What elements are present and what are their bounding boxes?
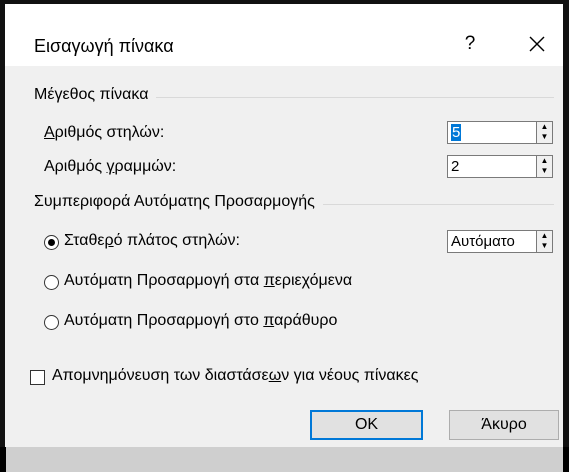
fixed-width-rest: ό πλάτος στηλών:: [113, 232, 240, 249]
fixed-width-radio[interactable]: [44, 235, 59, 250]
autofit-window-accel: π: [263, 312, 275, 329]
insert-table-dialog: Εισαγωγή πίνακα ? Μέγεθος πίνακα Αριθμός…: [5, 4, 563, 447]
rows-label-pre: Αριθμός: [44, 158, 107, 175]
fixed-width-accel: ρ: [104, 232, 114, 249]
rows-value[interactable]: 2: [451, 158, 459, 175]
fixed-width-spinner-arrows[interactable]: ▲ ▼: [536, 231, 552, 252]
spin-down-icon[interactable]: ▼: [537, 132, 552, 142]
autofit-window-rest: αράθυρο: [274, 312, 338, 329]
ok-button[interactable]: OK: [310, 410, 423, 440]
autofit-window-label[interactable]: Αυτόματη Προσαρμογή στο παράθυρο: [64, 312, 337, 330]
rows-spinner[interactable]: 2 ▲ ▼: [447, 155, 553, 178]
columns-spinner-arrows[interactable]: ▲ ▼: [536, 122, 552, 143]
cancel-button[interactable]: Άκυρο: [449, 410, 559, 440]
fixed-width-label[interactable]: Σταθερό πλάτος στηλών:: [64, 232, 240, 250]
remember-rest: ν για νέους πίνακες: [281, 367, 419, 384]
remember-pre: Απομνημόνευση των διαστάσε: [52, 367, 269, 384]
title-bar: Εισαγωγή πίνακα ?: [5, 13, 563, 66]
autofit-contents-pre: Αυτόματη Προσαρμογή στα: [64, 272, 264, 289]
fixed-width-spinner[interactable]: Αυτόματο ▲ ▼: [447, 230, 553, 253]
fixed-width-value[interactable]: Αυτόματο: [451, 233, 515, 250]
close-icon: [529, 36, 545, 52]
close-button[interactable]: [517, 27, 557, 61]
columns-label: Αριθμός στηλών:: [44, 124, 164, 142]
remember-accel: ω: [268, 367, 282, 384]
spin-down-icon[interactable]: ▼: [537, 241, 552, 251]
dialog-title: Εισαγωγή πίνακα: [34, 36, 174, 56]
autofit-window-pre: Αυτόματη Προσαρμογή στο: [64, 312, 264, 329]
table-size-group-label: Μέγεθος πίνακα: [34, 86, 157, 104]
spin-down-icon[interactable]: ▼: [537, 166, 552, 176]
columns-value[interactable]: 5: [451, 124, 462, 141]
autofit-group-label: Συμπεριφορά Αυτόματης Προσαρμογής: [34, 193, 323, 211]
spin-up-icon[interactable]: ▲: [537, 122, 552, 132]
remember-dimensions-checkbox[interactable]: [30, 370, 45, 385]
spin-up-icon[interactable]: ▲: [537, 231, 552, 241]
rows-spinner-arrows[interactable]: ▲ ▼: [536, 156, 552, 177]
remember-dimensions-label[interactable]: Απομνημόνευση των διαστάσεων για νέους π…: [52, 367, 419, 385]
autofit-contents-radio[interactable]: [44, 275, 59, 290]
rows-label: Αριθμός γραμμών:: [44, 158, 176, 176]
fixed-width-pre: Σταθε: [64, 232, 105, 249]
autofit-contents-accel: π: [263, 272, 275, 289]
autofit-contents-label[interactable]: Αυτόματη Προσαρμογή στα περιεχόμενα: [64, 272, 352, 290]
autofit-window-radio[interactable]: [44, 315, 59, 330]
columns-label-text: ριθμός στηλών:: [54, 124, 165, 141]
rows-label-accel: γ: [106, 158, 115, 175]
columns-spinner[interactable]: 5 ▲ ▼: [447, 121, 553, 144]
background-panel: [6, 447, 563, 472]
help-button[interactable]: ?: [445, 27, 495, 61]
columns-label-accel: Α: [44, 124, 55, 141]
autofit-contents-rest: εριεχόμενα: [274, 272, 353, 289]
rows-label-text: ραμμών:: [114, 158, 177, 175]
spin-up-icon[interactable]: ▲: [537, 156, 552, 166]
